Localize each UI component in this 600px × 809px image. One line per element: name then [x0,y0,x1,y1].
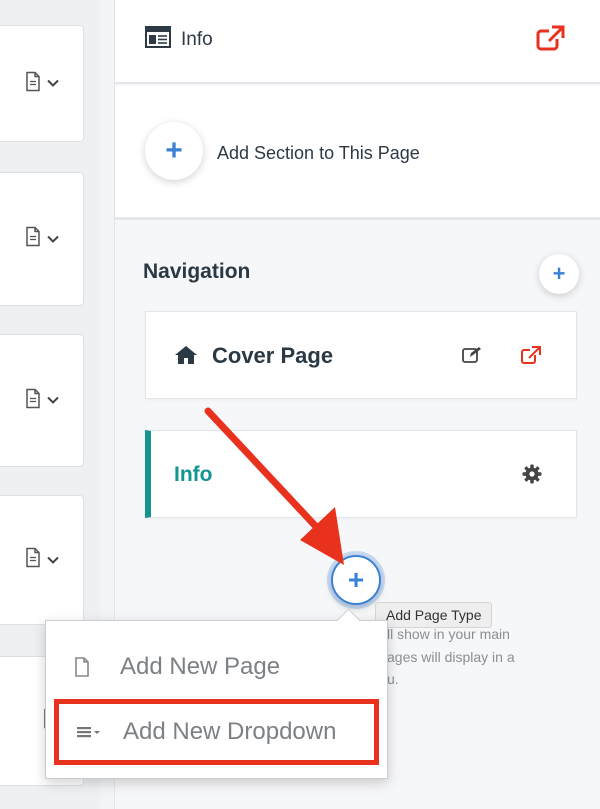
plus-icon: + [347,564,365,595]
nav-item-label: Info [174,463,213,486]
edit-icon[interactable] [462,346,482,369]
chevron-down-icon[interactable] [47,75,59,93]
document-icon[interactable] [25,388,41,413]
content-card[interactable] [0,334,84,467]
chevron-down-icon[interactable] [47,230,59,248]
external-link-icon[interactable] [535,24,567,57]
gear-icon[interactable] [522,464,542,489]
nav-item-label: Cover Page [212,343,334,368]
app-root: Info + Add Section to This Page Navigati… [0,0,600,809]
document-icon[interactable] [25,226,41,252]
card-controls [25,226,59,252]
hint-text: u. [387,671,399,687]
panel-title-wrap: Info [145,26,213,54]
add-page-type-menu: Add New Page Add New Dropdown [45,608,388,779]
menu-item-label: Add New Dropdown [123,718,337,745]
add-section-button[interactable]: + [145,122,203,180]
content-card[interactable] [0,25,84,142]
content-card[interactable] [0,495,84,625]
plus-icon: + [165,134,183,167]
external-link-icon[interactable] [520,345,542,370]
content-card[interactable] [0,172,84,306]
nav-item-info[interactable]: Info [145,430,577,518]
plus-icon: + [552,261,566,286]
panel-header: Info [115,0,600,84]
add-page-type-button[interactable]: + [331,555,381,605]
page-layout-icon [145,26,171,54]
hint-text: ages will display in a [387,649,515,665]
add-page-type-tooltip: Add Page Type [375,602,493,628]
card-controls [25,71,59,96]
menu-item-add-new-page[interactable]: Add New Page [46,637,387,697]
card-controls [25,547,59,573]
menu-item-add-new-dropdown[interactable]: Add New Dropdown [54,699,379,765]
home-icon [174,345,198,370]
menu-lines-icon [59,725,119,739]
document-icon[interactable] [25,71,41,96]
add-navigation-button[interactable]: + [539,254,579,294]
nav-item-cover-page[interactable]: Cover Page [145,311,577,399]
card-controls [25,388,59,413]
blank-page-icon [46,657,118,677]
hint-text: ll show in your main [387,626,510,642]
panel-title: Info [181,29,213,50]
document-icon[interactable] [25,547,41,573]
add-section-row[interactable]: + Add Section to This Page [115,86,600,220]
menu-item-label: Add New Page [120,653,281,680]
navigation-heading: Navigation [143,260,251,283]
chevron-down-icon[interactable] [47,551,59,569]
chevron-down-icon[interactable] [47,392,59,410]
add-section-label: Add Section to This Page [217,143,420,163]
